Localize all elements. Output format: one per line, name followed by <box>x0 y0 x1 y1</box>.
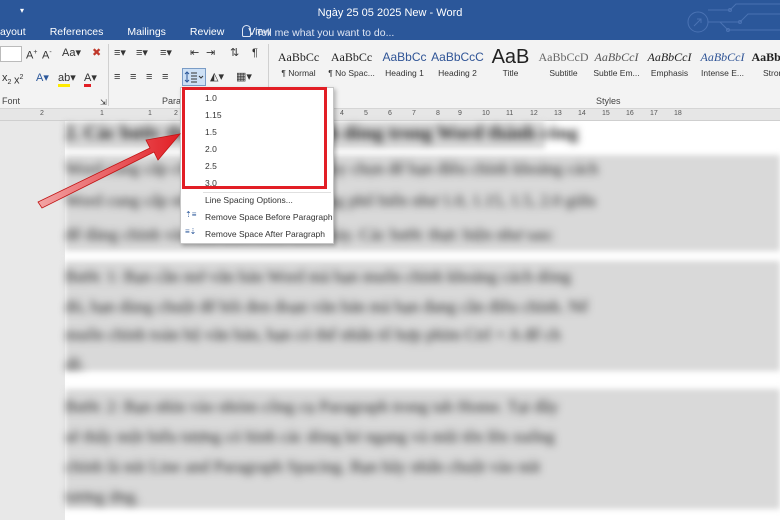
red-arrow-annotation <box>37 133 182 209</box>
